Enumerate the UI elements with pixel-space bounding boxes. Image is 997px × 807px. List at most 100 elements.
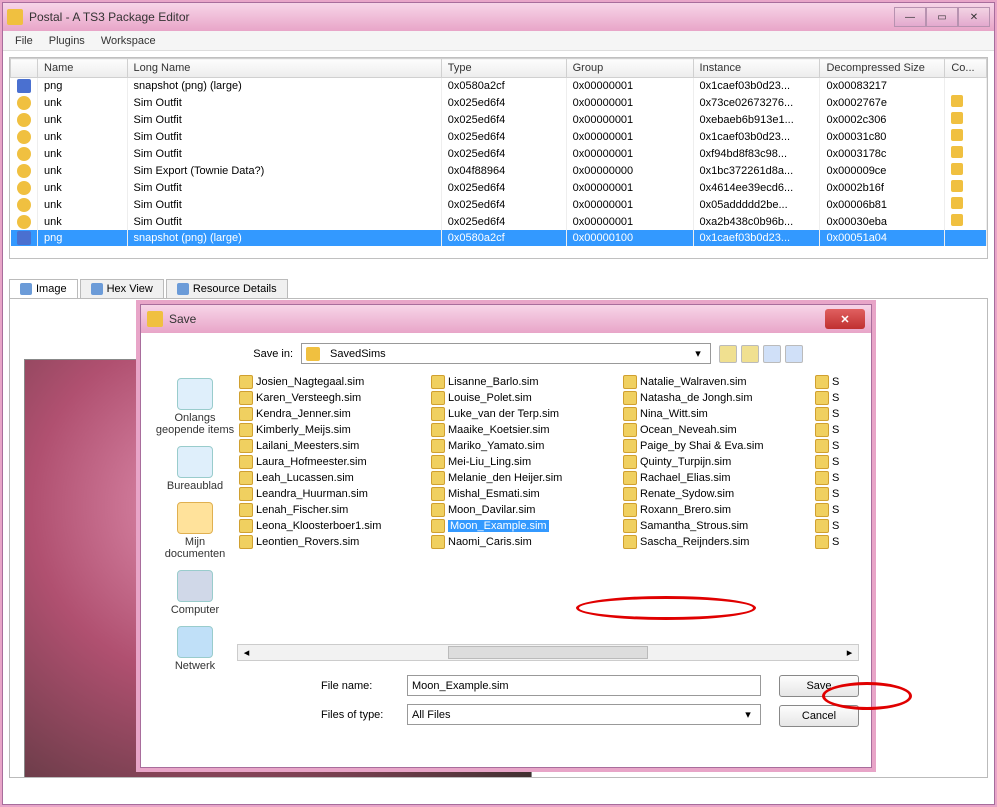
place-desktop[interactable]: Bureaublad [155, 442, 235, 496]
file-item[interactable]: Maaike_Koetsier.sim [429, 422, 619, 438]
minimize-button[interactable]: — [894, 7, 926, 27]
file-item[interactable]: S [813, 454, 841, 470]
file-item[interactable]: Paige_by Shai & Eva.sim [621, 438, 811, 454]
file-item[interactable]: Mariko_Yamato.sim [429, 438, 619, 454]
file-item[interactable]: S [813, 486, 841, 502]
file-item[interactable]: Samantha_Strous.sim [621, 518, 811, 534]
file-item[interactable]: Mei-Liu_Ling.sim [429, 454, 619, 470]
file-item[interactable]: Luke_van der Terp.sim [429, 406, 619, 422]
horizontal-scrollbar[interactable]: ◂▸ [237, 644, 859, 661]
view-list-icon[interactable] [763, 345, 781, 363]
scroll-left-icon[interactable]: ◂ [238, 646, 255, 659]
file-item[interactable]: S [813, 406, 841, 422]
file-item[interactable]: Nina_Witt.sim [621, 406, 811, 422]
file-item[interactable]: Moon_Davilar.sim [429, 502, 619, 518]
file-item[interactable]: Laura_Hofmeester.sim [237, 454, 427, 470]
file-item[interactable]: Renate_Sydow.sim [621, 486, 811, 502]
new-folder-icon[interactable] [741, 345, 759, 363]
file-item[interactable]: Louise_Polet.sim [429, 390, 619, 406]
details-icon [177, 283, 189, 295]
save-button[interactable]: Save [779, 675, 859, 697]
file-item[interactable]: Quinty_Turpijn.sim [621, 454, 811, 470]
file-item[interactable]: S [813, 438, 841, 454]
col-co[interactable]: Co... [945, 59, 987, 78]
file-item[interactable]: S [813, 534, 841, 550]
filetype-combo[interactable]: All Files ▾ [407, 704, 761, 725]
sim-file-icon [431, 407, 445, 421]
file-item[interactable]: S [813, 390, 841, 406]
titlebar[interactable]: Postal - A TS3 Package Editor — ▭ ✕ [3, 3, 994, 31]
file-item[interactable]: Naomi_Caris.sim [429, 534, 619, 550]
file-item[interactable]: S [813, 470, 841, 486]
file-item[interactable]: Karen_Versteegh.sim [237, 390, 427, 406]
file-item[interactable]: Mishal_Esmati.sim [429, 486, 619, 502]
table-row[interactable]: unkSim Outfit0x025ed6f40x000000010x4614e… [11, 179, 987, 196]
file-item[interactable]: S [813, 518, 841, 534]
dialog-close-button[interactable]: ✕ [825, 309, 865, 329]
scroll-thumb[interactable] [448, 646, 648, 659]
tab-image[interactable]: Image [9, 279, 78, 298]
menu-workspace[interactable]: Workspace [95, 33, 162, 49]
col-instance[interactable]: Instance [693, 59, 820, 78]
save-in-label: Save in: [237, 348, 293, 360]
table-row[interactable]: unkSim Outfit0x025ed6f40x000000010xf94bd… [11, 145, 987, 162]
table-row[interactable]: unkSim Outfit0x025ed6f40x000000010xebaeb… [11, 111, 987, 128]
file-item[interactable]: Sascha_Reijnders.sim [621, 534, 811, 550]
file-item[interactable]: Kimberly_Meijs.sim [237, 422, 427, 438]
file-item[interactable]: Lailani_Meesters.sim [237, 438, 427, 454]
scroll-right-icon[interactable]: ▸ [841, 646, 858, 659]
table-row[interactable]: unkSim Outfit0x025ed6f40x000000010x73ce0… [11, 94, 987, 111]
close-button[interactable]: ✕ [958, 7, 990, 27]
file-item[interactable]: Roxann_Brero.sim [621, 502, 811, 518]
table-row[interactable]: unkSim Outfit0x025ed6f40x000000010x1caef… [11, 128, 987, 145]
up-folder-icon[interactable] [719, 345, 737, 363]
view-details-icon[interactable] [785, 345, 803, 363]
file-item[interactable]: Leah_Lucassen.sim [237, 470, 427, 486]
file-item[interactable]: S [813, 374, 841, 390]
table-row[interactable]: pngsnapshot (png) (large)0x0580a2cf0x000… [11, 78, 987, 95]
table-row[interactable]: unkSim Export (Townie Data?)0x04f889640x… [11, 162, 987, 179]
col-group[interactable]: Group [566, 59, 693, 78]
tab-resource-details[interactable]: Resource Details [166, 279, 288, 298]
sim-file-icon [815, 407, 829, 421]
table-row[interactable]: pngsnapshot (png) (large)0x0580a2cf0x000… [11, 230, 987, 246]
place-mydocs[interactable]: Mijn documenten [155, 498, 235, 564]
dialog-titlebar[interactable]: Save ✕ [141, 305, 871, 333]
place-computer[interactable]: Computer [155, 566, 235, 620]
file-item[interactable]: Rachael_Elias.sim [621, 470, 811, 486]
file-item[interactable]: Lisanne_Barlo.sim [429, 374, 619, 390]
file-item[interactable]: Lenah_Fischer.sim [237, 502, 427, 518]
col-name[interactable]: Name [38, 59, 127, 78]
tab-hexview[interactable]: Hex View [80, 279, 164, 298]
file-item[interactable]: S [813, 502, 841, 518]
col-type[interactable]: Type [441, 59, 566, 78]
file-item[interactable]: Natalie_Walraven.sim [621, 374, 811, 390]
menu-file[interactable]: File [9, 33, 39, 49]
save-in-combo[interactable]: SavedSims ▾ [301, 343, 711, 364]
file-item[interactable]: S [813, 422, 841, 438]
file-item[interactable]: Leona_Kloosterboer1.sim [237, 518, 427, 534]
table-row[interactable]: unkSim Outfit0x025ed6f40x000000010x05add… [11, 196, 987, 213]
col-longname[interactable]: Long Name [127, 59, 441, 78]
recent-icon [177, 378, 213, 410]
col-decomp[interactable]: Decompressed Size [820, 59, 945, 78]
cancel-button[interactable]: Cancel [779, 705, 859, 727]
file-item[interactable]: Josien_Nagtegaal.sim [237, 374, 427, 390]
file-item[interactable]: Kendra_Jenner.sim [237, 406, 427, 422]
place-recent[interactable]: Onlangs geopende items [155, 374, 235, 440]
table-row[interactable]: unkSim Outfit0x025ed6f40x000000010xa2b43… [11, 213, 987, 230]
file-item[interactable]: Ocean_Neveah.sim [621, 422, 811, 438]
resource-table[interactable]: Name Long Name Type Group Instance Decom… [9, 57, 988, 259]
menu-plugins[interactable]: Plugins [43, 33, 91, 49]
file-item[interactable]: Natasha_de Jongh.sim [621, 390, 811, 406]
file-item[interactable]: Leandra_Huurman.sim [237, 486, 427, 502]
filename-input[interactable] [407, 675, 761, 696]
sim-file-icon [239, 375, 253, 389]
file-item[interactable]: Melanie_den Heijer.sim [429, 470, 619, 486]
place-network[interactable]: Netwerk [155, 622, 235, 676]
folder-icon [306, 347, 320, 361]
file-item[interactable]: Moon_Example.sim [429, 518, 619, 534]
file-item[interactable]: Leontien_Rovers.sim [237, 534, 427, 550]
maximize-button[interactable]: ▭ [926, 7, 958, 27]
file-list[interactable]: Josien_Nagtegaal.simKaren_Versteegh.simK… [237, 374, 859, 640]
